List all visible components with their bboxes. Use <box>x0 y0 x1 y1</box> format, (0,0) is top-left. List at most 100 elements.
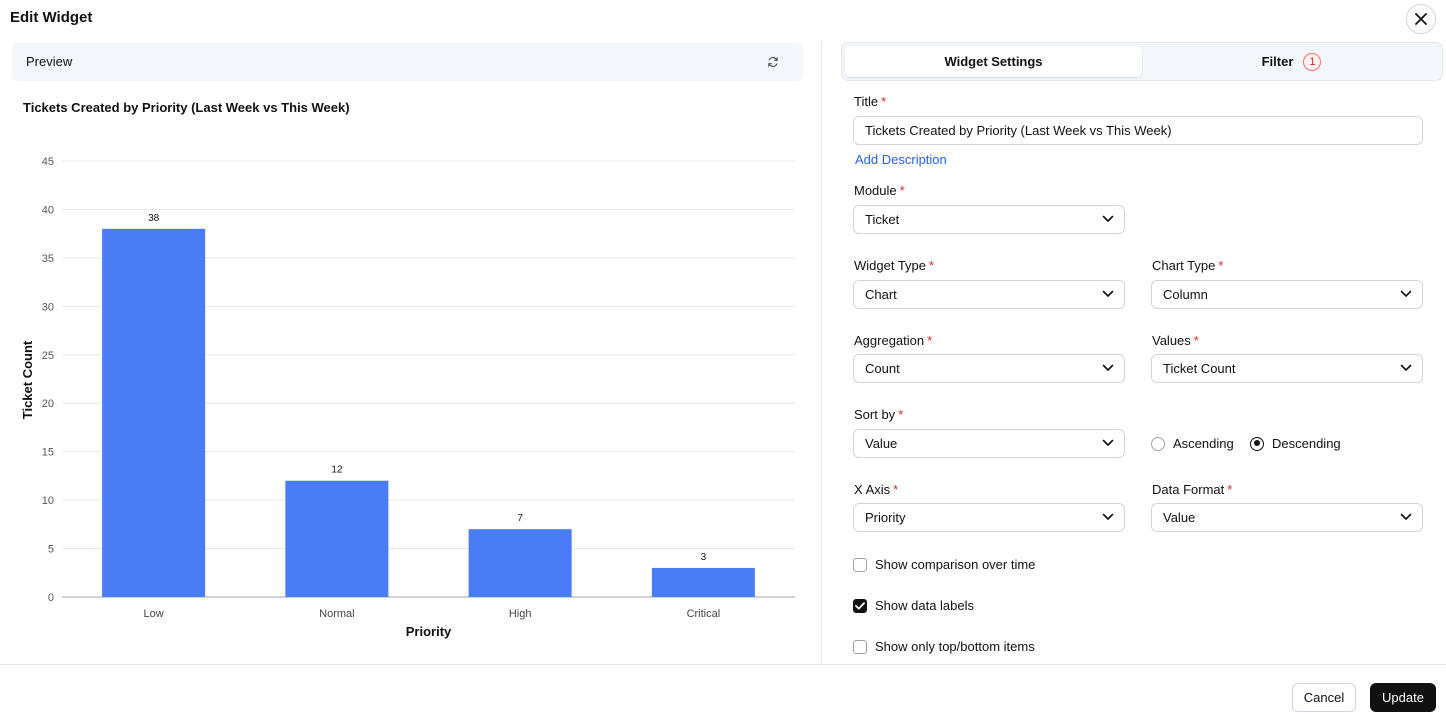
module-field-label: Module * <box>854 183 905 198</box>
chart-title: Tickets Created by Priority (Last Week v… <box>23 100 350 115</box>
x-tick-label: High <box>509 608 532 620</box>
tab-widget-settings[interactable]: Widget Settings <box>845 46 1142 77</box>
tab-filter[interactable]: Filter 1 <box>1142 46 1441 77</box>
required-marker: * <box>929 258 935 273</box>
tab-filter-label: Filter <box>1261 54 1294 69</box>
radio-circle <box>1151 436 1165 451</box>
y-axis-title: Ticket Count <box>20 340 35 419</box>
y-tick-label: 40 <box>42 204 54 216</box>
dialog-title: Edit Widget <box>10 9 93 26</box>
y-tick-label: 20 <box>42 398 54 410</box>
required-marker: * <box>927 333 933 348</box>
required-marker: * <box>898 407 904 422</box>
chart-type-select[interactable]: Column <box>1151 280 1423 309</box>
values-field-label: Values * <box>1152 333 1199 348</box>
module-select-value: Ticket <box>865 212 900 227</box>
close-button[interactable] <box>1406 4 1436 34</box>
y-tick-label: 35 <box>42 253 54 265</box>
settings-tabs: Widget Settings Filter 1 <box>841 42 1443 81</box>
required-marker: * <box>1227 482 1233 497</box>
show-data-labels-checkbox[interactable]: Show data labels <box>853 598 974 613</box>
data-format-field-label: Data Format * <box>1152 482 1233 497</box>
widget-type-field-label: Widget Type * <box>854 258 935 273</box>
bar-chart: 0 5 10 15 20 25 30 35 40 45 38 Low 12 Normal 7 High 3 Cri… <box>20 156 795 639</box>
update-button[interactable]: Update <box>1370 683 1436 712</box>
filter-count-badge: 1 <box>1303 52 1322 71</box>
cancel-button[interactable]: Cancel <box>1292 683 1356 712</box>
descending-label: Descending <box>1272 436 1341 451</box>
sort-by-field-label: Sort by * <box>854 407 904 422</box>
chevron-down-icon <box>1400 513 1412 520</box>
x-axis-field-label: X Axis * <box>854 482 899 497</box>
footer-divider <box>0 664 1446 665</box>
required-marker: * <box>899 183 905 198</box>
aggregation-select[interactable]: Count <box>853 354 1125 383</box>
chevron-down-icon <box>1102 364 1114 371</box>
required-marker: * <box>881 94 887 109</box>
check-icon <box>855 601 865 609</box>
y-tick-label: 45 <box>42 156 54 168</box>
data-label: 7 <box>517 513 523 524</box>
y-tick-label: 15 <box>42 447 54 459</box>
show-top-bottom-label: Show only top/bottom items <box>875 639 1035 654</box>
checkbox-box <box>853 557 867 572</box>
checkbox-box <box>853 639 867 654</box>
ascending-label: Ascending <box>1173 436 1234 451</box>
y-tick-label: 25 <box>42 350 54 362</box>
bar-low <box>102 228 206 598</box>
add-description-link[interactable]: Add Description <box>855 152 947 167</box>
x-axis-select[interactable]: Priority <box>853 503 1125 532</box>
x-axis-select-value: Priority <box>865 510 906 525</box>
widget-type-select[interactable]: Chart <box>853 280 1125 309</box>
title-input-value: Tickets Created by Priority (Last Week v… <box>865 123 1172 138</box>
data-label: 38 <box>148 213 160 224</box>
title-input[interactable]: Tickets Created by Priority (Last Week v… <box>853 116 1423 145</box>
sort-by-select[interactable]: Value <box>853 429 1125 458</box>
data-label: 12 <box>331 465 343 476</box>
preview-label: Preview <box>26 54 73 69</box>
chevron-down-icon <box>1102 215 1114 222</box>
show-data-labels-label: Show data labels <box>875 598 975 613</box>
checkbox-box-checked <box>853 598 867 613</box>
y-tick-label: 0 <box>48 592 54 604</box>
title-field-label: Title * <box>854 94 887 109</box>
chevron-down-icon <box>1102 513 1114 520</box>
close-icon <box>1415 13 1427 25</box>
data-format-select-value: Value <box>1163 510 1196 525</box>
ascending-radio[interactable]: Ascending <box>1151 436 1234 451</box>
aggregation-field-label: Aggregation * <box>854 333 933 348</box>
show-comparison-checkbox[interactable]: Show comparison over time <box>853 557 1035 572</box>
x-tick-label: Critical <box>687 608 721 620</box>
data-format-select[interactable]: Value <box>1151 503 1423 532</box>
module-select[interactable]: Ticket <box>853 205 1125 234</box>
chevron-down-icon <box>1102 439 1114 446</box>
show-top-bottom-checkbox[interactable]: Show only top/bottom items <box>853 639 1035 654</box>
radio-circle-selected <box>1250 436 1264 451</box>
refresh-icon <box>768 56 778 68</box>
chart-type-field-label: Chart Type * <box>1152 258 1224 273</box>
bar-critical <box>651 567 755 597</box>
refresh-button[interactable] <box>764 53 782 71</box>
aggregation-select-value: Count <box>865 361 900 376</box>
tab-widget-settings-label: Widget Settings <box>944 54 1043 69</box>
descending-radio[interactable]: Descending <box>1250 436 1341 451</box>
y-tick-label: 5 <box>48 544 54 556</box>
panel-divider <box>821 41 822 664</box>
values-select-value: Ticket Count <box>1163 361 1236 376</box>
y-tick-label: 10 <box>42 495 54 507</box>
values-select[interactable]: Ticket Count <box>1151 354 1423 383</box>
required-marker: * <box>1218 258 1224 273</box>
chevron-down-icon <box>1400 290 1412 297</box>
x-axis-title: Priority <box>406 624 452 639</box>
required-marker: * <box>1193 333 1199 348</box>
chevron-down-icon <box>1102 290 1114 297</box>
chevron-down-icon <box>1400 364 1412 371</box>
chart-type-select-value: Column <box>1163 287 1208 302</box>
bar-high <box>468 529 572 597</box>
widget-type-select-value: Chart <box>865 287 897 302</box>
x-tick-label: Normal <box>319 608 354 620</box>
preview-bar: Preview <box>12 43 803 81</box>
required-marker: * <box>893 482 899 497</box>
y-tick-label: 30 <box>42 301 54 313</box>
data-label: 3 <box>701 552 707 563</box>
